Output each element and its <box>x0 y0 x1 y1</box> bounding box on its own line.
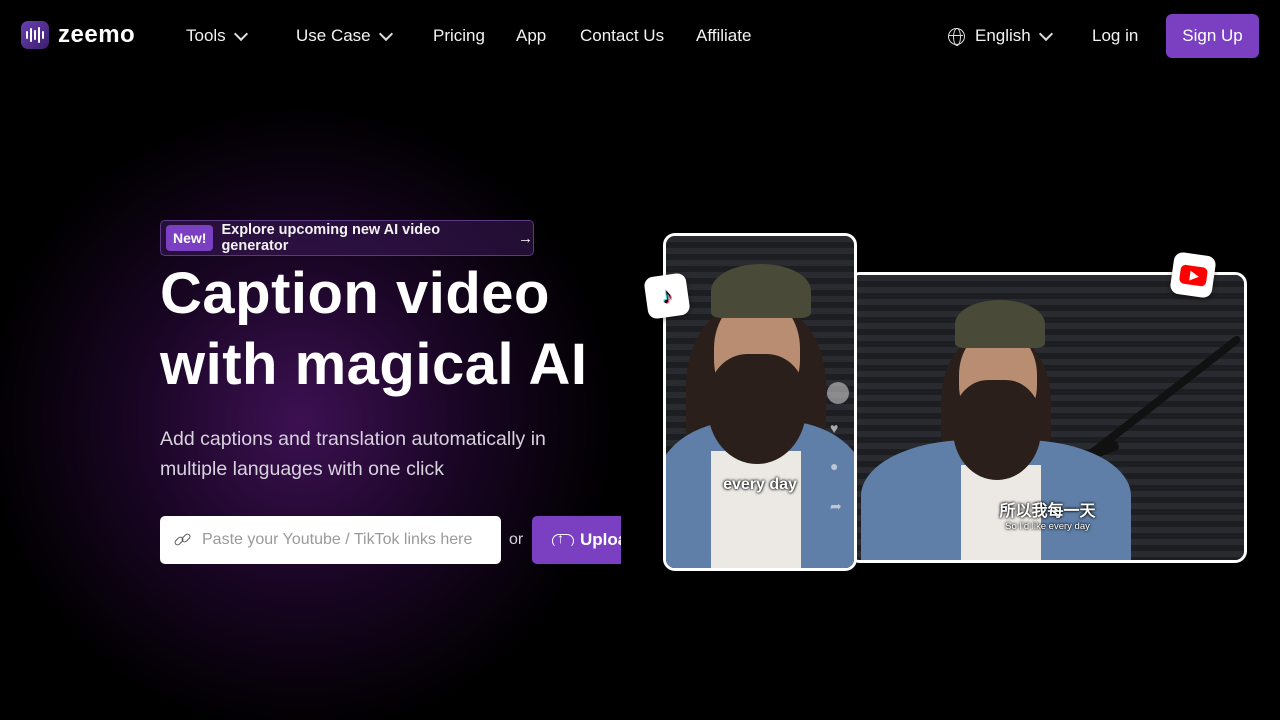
nav-label: Tools <box>186 26 226 45</box>
share-icon: ➦ <box>830 498 842 514</box>
nav-item-contact-us[interactable]: Contact Us <box>580 24 664 48</box>
logo-mark-icon <box>21 21 49 49</box>
new-tag: New! <box>166 225 214 251</box>
youtube-icon <box>1169 251 1217 299</box>
translated-caption: 所以我每一天 So I'd like every day <box>851 503 1244 533</box>
language-selector[interactable]: English <box>948 24 1053 48</box>
or-separator: or <box>509 531 524 548</box>
nav-item-app[interactable]: App <box>516 24 546 48</box>
chevron-down-icon <box>378 26 393 41</box>
landscape-video-preview: 所以我每一天 So I'd like every day <box>848 272 1247 563</box>
nav-item-pricing[interactable]: Pricing <box>433 24 485 48</box>
upload-label: Upload <box>580 530 621 549</box>
upload-button[interactable]: Upload <box>532 516 621 564</box>
signup-button[interactable]: Sign Up <box>1166 14 1259 58</box>
caption-zh: 所以我每一天 <box>999 503 1096 520</box>
new-feature-badge[interactable]: New! Explore upcoming new AI video gener… <box>160 220 534 256</box>
original-caption: every day <box>723 476 797 493</box>
nav-label: App <box>516 26 547 45</box>
heart-icon: ♥ <box>830 420 839 436</box>
badge-text: Explore upcoming new AI video generator <box>221 222 441 254</box>
link-icon <box>173 531 192 549</box>
headline-line-1: Caption video <box>160 261 550 326</box>
logo-text: zeemo <box>58 21 136 48</box>
nav-label: Affiliate <box>696 26 752 45</box>
zeemo-logo[interactable]: zeemo <box>21 21 135 49</box>
upload-cloud-icon <box>552 530 574 548</box>
nav-item-affiliate[interactable]: Affiliate <box>696 24 751 48</box>
video-link-input[interactable] <box>202 531 492 549</box>
chevron-down-icon <box>1038 26 1053 41</box>
top-navbar: zeemo Tools Use Case Pricing App Contact… <box>0 0 1280 72</box>
login-link[interactable]: Log in <box>1092 24 1138 48</box>
nav-label: Pricing <box>433 26 485 45</box>
language-label: English <box>975 26 1031 45</box>
avatar-dot <box>827 382 849 404</box>
nav-item-use-case[interactable]: Use Case <box>296 24 393 48</box>
arrow-right-icon: → <box>518 229 533 247</box>
globe-icon <box>948 27 965 46</box>
portrait-video-preview: ♥ ● ➦ every day <box>663 233 857 571</box>
chevron-down-icon <box>233 26 248 41</box>
link-input-wrapper <box>160 516 501 564</box>
nav-item-tools[interactable]: Tools <box>186 24 248 48</box>
nav-label: Contact Us <box>580 26 665 45</box>
login-label: Log in <box>1092 26 1139 45</box>
headline-line-2: with magical AI <box>160 332 588 397</box>
comment-icon: ● <box>830 458 839 474</box>
hero-headline: Caption video with magical AI <box>160 258 630 400</box>
nav-label: Use Case <box>296 26 371 45</box>
caption-en-sub: So I'd like every day <box>1005 521 1090 532</box>
tiktok-icon: ♪ <box>643 272 691 320</box>
hero-subheading: Add captions and translation automatical… <box>160 428 546 480</box>
